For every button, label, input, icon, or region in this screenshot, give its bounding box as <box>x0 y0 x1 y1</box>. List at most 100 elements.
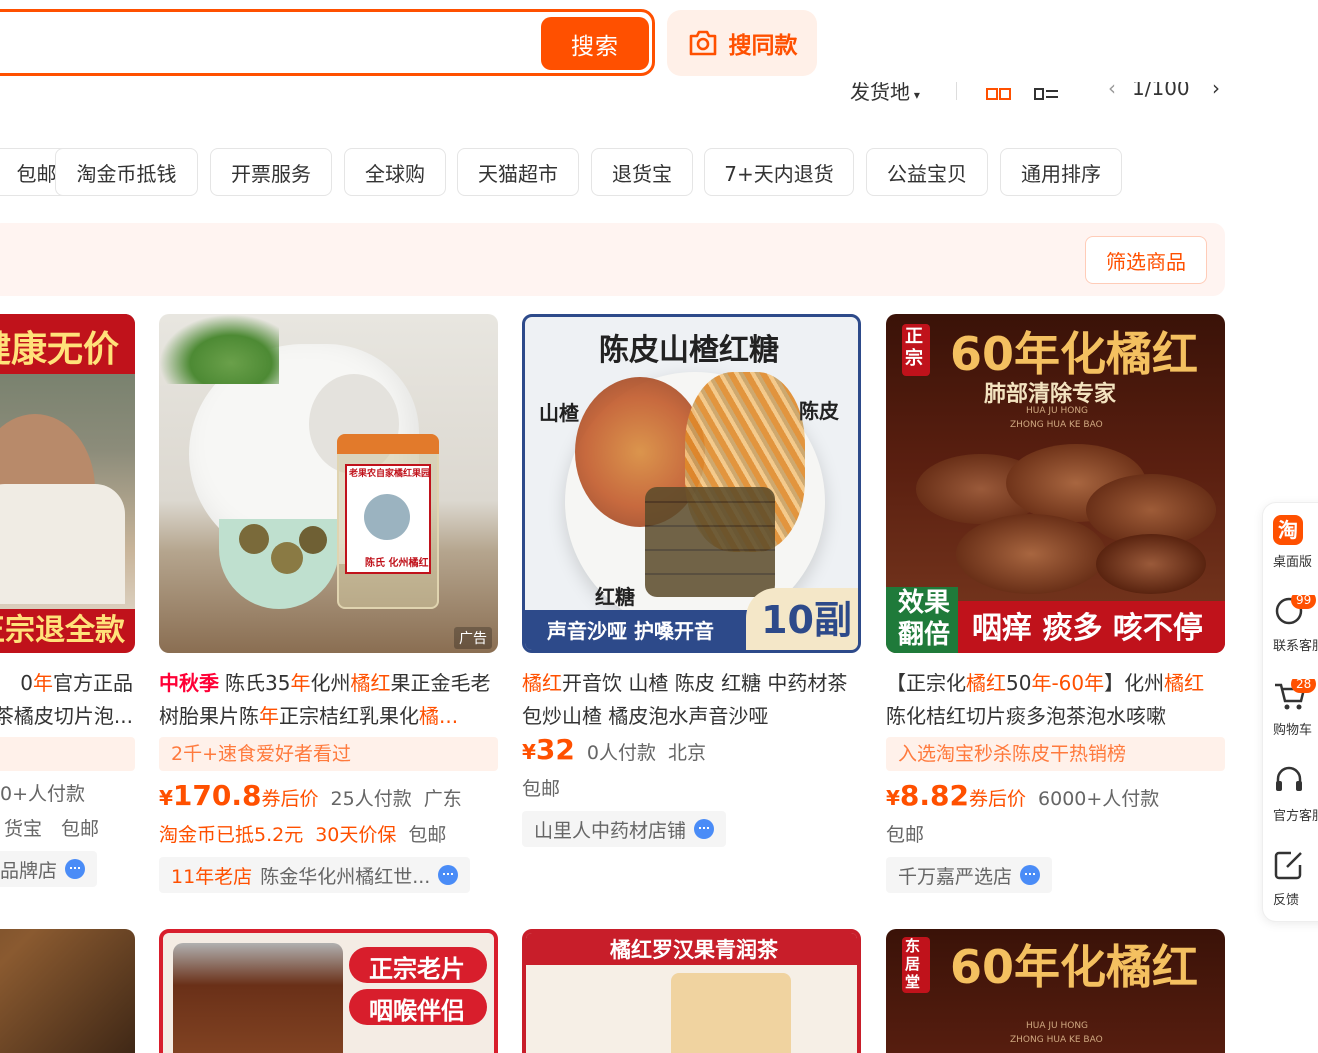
product-badge: 2千+速食爱好者看过 <box>159 737 498 771</box>
filter-band <box>0 223 1225 296</box>
filter-chip-invoice[interactable]: 开票服务 <box>210 148 332 196</box>
image-pinyin-2: ZHONG HUA KE BAO <box>1010 420 1103 430</box>
image-label-left: 山楂 <box>539 401 579 425</box>
sidebar-item-cart[interactable]: 28 购物车 <box>1273 679 1318 749</box>
product-price: ¥32 <box>522 733 575 766</box>
image-banner: 咽痒 痰多 咳不停 <box>972 611 1203 646</box>
same-style-label: 搜同款 <box>728 33 798 59</box>
product-card[interactable]: 健康无价 正宗退全款 0年官方正品 茶橘皮切片泡... 王 0+人付款 货宝 包… <box>0 314 135 887</box>
product-image[interactable]: 陈皮山楂红糖 山楂 陈皮 红糖 声音沙哑 护嗓开音 10副 <box>522 314 861 653</box>
image-pinyin-2: ZHONG HUA KE BAO <box>1010 1035 1103 1045</box>
location: 广东 <box>423 788 462 810</box>
image-count: 10副 <box>761 598 852 642</box>
taobao-logo-icon: 淘 <box>1273 515 1303 545</box>
image-title: 60年化橘红 <box>950 940 1199 994</box>
image-text-bottom: 正宗退全款 <box>0 613 125 648</box>
image-title: 60年化橘红 <box>950 327 1199 381</box>
right-sidebar: 淘 桌面版 99 联系客服 28 购物车 官方客服 反馈 <box>1262 502 1318 922</box>
product-badge: 王 <box>0 737 135 771</box>
image-seal: 正宗 <box>905 326 923 369</box>
image-subtitle: 肺部清除专家 <box>984 381 1117 407</box>
unread-badge: 99 <box>1291 595 1317 609</box>
list-view-icon[interactable] <box>1034 88 1060 102</box>
image-title: 陈皮山楂红糖 <box>599 333 779 368</box>
product-badge: 入选淘宝秒杀陈皮干热销榜 <box>886 737 1225 771</box>
image-title: 橘红罗汉果青润茶 <box>610 938 778 962</box>
image-tag-1: 正宗老片 <box>369 955 465 983</box>
image-label-bottom: 红糖 <box>595 585 635 609</box>
chat-icon[interactable] <box>1020 865 1041 885</box>
product-price: ¥170.8 <box>159 779 262 812</box>
product-meta: 包邮 <box>522 778 561 800</box>
chat-icon[interactable] <box>438 865 459 885</box>
sales-count: 0+人付款 <box>0 783 85 805</box>
sidebar-item-feedback[interactable]: 反馈 <box>1273 849 1318 919</box>
camera-icon <box>689 30 716 56</box>
shop-link[interactable]: 品牌店 <box>0 851 97 887</box>
ship-from-dropdown[interactable]: 发货地 ▾ <box>850 82 920 105</box>
filter-goods-button[interactable]: 筛选商品 <box>1085 236 1207 284</box>
product-title[interactable]: 0年官方正品 茶橘皮切片泡... <box>0 667 135 733</box>
grid-view-icon[interactable] <box>986 88 1012 102</box>
product-meta: 货宝 包邮 <box>3 818 99 840</box>
sidebar-item-contact[interactable]: 99 联系客服 <box>1273 595 1318 665</box>
page-indicator: 1/100 <box>1132 82 1190 100</box>
product-card[interactable]: 老果农自家橘红果园 陈氏 化州橘红 广告 中秋季 陈氏35年化州橘红果正金毛老树胎… <box>159 314 498 893</box>
coupon-label: 券后价 <box>969 788 1027 810</box>
search-same-style-button[interactable]: 搜同款 <box>667 10 817 76</box>
product-image[interactable]: 正宗 60年化橘红 肺部清除专家 HUA JU HONG ZHONG HUA K… <box>886 314 1225 653</box>
sidebar-item-official-service[interactable]: 官方客服 <box>1273 765 1318 835</box>
product-title[interactable]: 中秋季 陈氏35年化州橘红果正金毛老树胎果片陈年正宗桔红乳果化橘... <box>159 667 498 733</box>
sort-toolbar: 发货地 ▾ ‹ 1/100 › <box>840 82 1240 108</box>
product-image[interactable]: 正宗老片 咽喉伴侣 <box>159 929 498 1053</box>
product-image[interactable]: 健康无价 正宗退全款 <box>0 314 135 653</box>
cart-count-badge: 28 <box>1291 679 1317 693</box>
search-button[interactable]: 搜索 <box>541 17 649 70</box>
chat-icon[interactable] <box>65 859 85 879</box>
image-banner: 声音沙哑 护嗓开音 <box>547 619 714 643</box>
coupon-label: 券后价 <box>261 788 319 810</box>
image-seal: 东居堂 <box>905 937 921 991</box>
filter-chip-coin[interactable]: 淘金币抵钱 <box>55 148 198 196</box>
filter-chip-general-sort[interactable]: 通用排序 <box>1000 148 1122 196</box>
next-page-icon[interactable]: › <box>1212 82 1220 100</box>
shop-link[interactable]: 山里人中药材店铺 <box>522 811 727 847</box>
product-meta: 包邮 <box>886 824 925 846</box>
product-card[interactable]: 正宗 60年化橘红 肺部清除专家 HUA JU HONG ZHONG HUA K… <box>886 314 1225 893</box>
prev-page-icon[interactable]: ‹ <box>1108 82 1116 100</box>
product-price: ¥8.82 <box>886 779 970 812</box>
product-image[interactable] <box>0 929 135 1053</box>
image-label-right: 陈皮 <box>799 399 839 423</box>
shop-link[interactable]: 千万嘉严选店 <box>886 857 1053 893</box>
image-text-label: 陈氏 化州橘红 <box>365 558 429 569</box>
image-tag-2: 咽喉伴侣 <box>369 997 465 1025</box>
product-meta: 淘金币已抵5.2元 30天价保 包邮 <box>159 824 447 846</box>
shop-link[interactable]: 11年老店 陈金华化州橘红世... <box>159 857 471 893</box>
filter-chip-7day-return[interactable]: 7+天内退货 <box>704 148 854 196</box>
filter-chip-charity[interactable]: 公益宝贝 <box>866 148 988 196</box>
image-pinyin: HUA JU HONG <box>1026 1021 1089 1031</box>
location: 北京 <box>667 742 706 764</box>
product-image[interactable]: 橘红罗汉果青润茶 <box>522 929 861 1053</box>
product-image[interactable]: 老果农自家橘红果园 陈氏 化州橘红 广告 <box>159 314 498 653</box>
filter-chip-return-insurance[interactable]: 退货宝 <box>591 148 693 196</box>
divider <box>956 82 957 100</box>
sales-count: 25人付款 <box>330 788 412 810</box>
image-pinyin: HUA JU HONG <box>1026 406 1089 416</box>
headset-icon <box>1276 766 1302 791</box>
feedback-icon <box>1274 851 1302 880</box>
chat-icon[interactable] <box>694 819 715 839</box>
filter-chip-global[interactable]: 全球购 <box>344 148 446 196</box>
sidebar-item-desktop[interactable]: 淘 桌面版 <box>1273 515 1318 570</box>
product-title[interactable]: 【正宗化橘红50年-60年】化州橘红 陈化桔红切片痰多泡茶泡水咳嗽 <box>886 667 1225 733</box>
sales-count: 6000+人付款 <box>1038 788 1160 810</box>
product-card[interactable]: 陈皮山楂红糖 山楂 陈皮 红糖 声音沙哑 护嗓开音 10副 橘红开音饮 山楂 陈… <box>522 314 861 847</box>
product-image[interactable]: 东居堂 60年化橘红 HUA JU HONG ZHONG HUA KE BAO <box>886 929 1225 1053</box>
sales-count: 0人付款 <box>586 742 656 764</box>
product-title[interactable]: 橘红开音饮 山楂 陈皮 红糖 中药材茶包炒山楂 橘皮泡水声音沙哑 <box>522 667 861 733</box>
ad-tag: 广告 <box>454 627 492 649</box>
image-effect: 效果翻倍 <box>898 588 951 650</box>
filter-chip-tmall-market[interactable]: 天猫超市 <box>457 148 579 196</box>
image-text-top: 健康无价 <box>0 329 119 370</box>
image-text-brand: 老果农自家橘红果园 <box>349 469 429 479</box>
